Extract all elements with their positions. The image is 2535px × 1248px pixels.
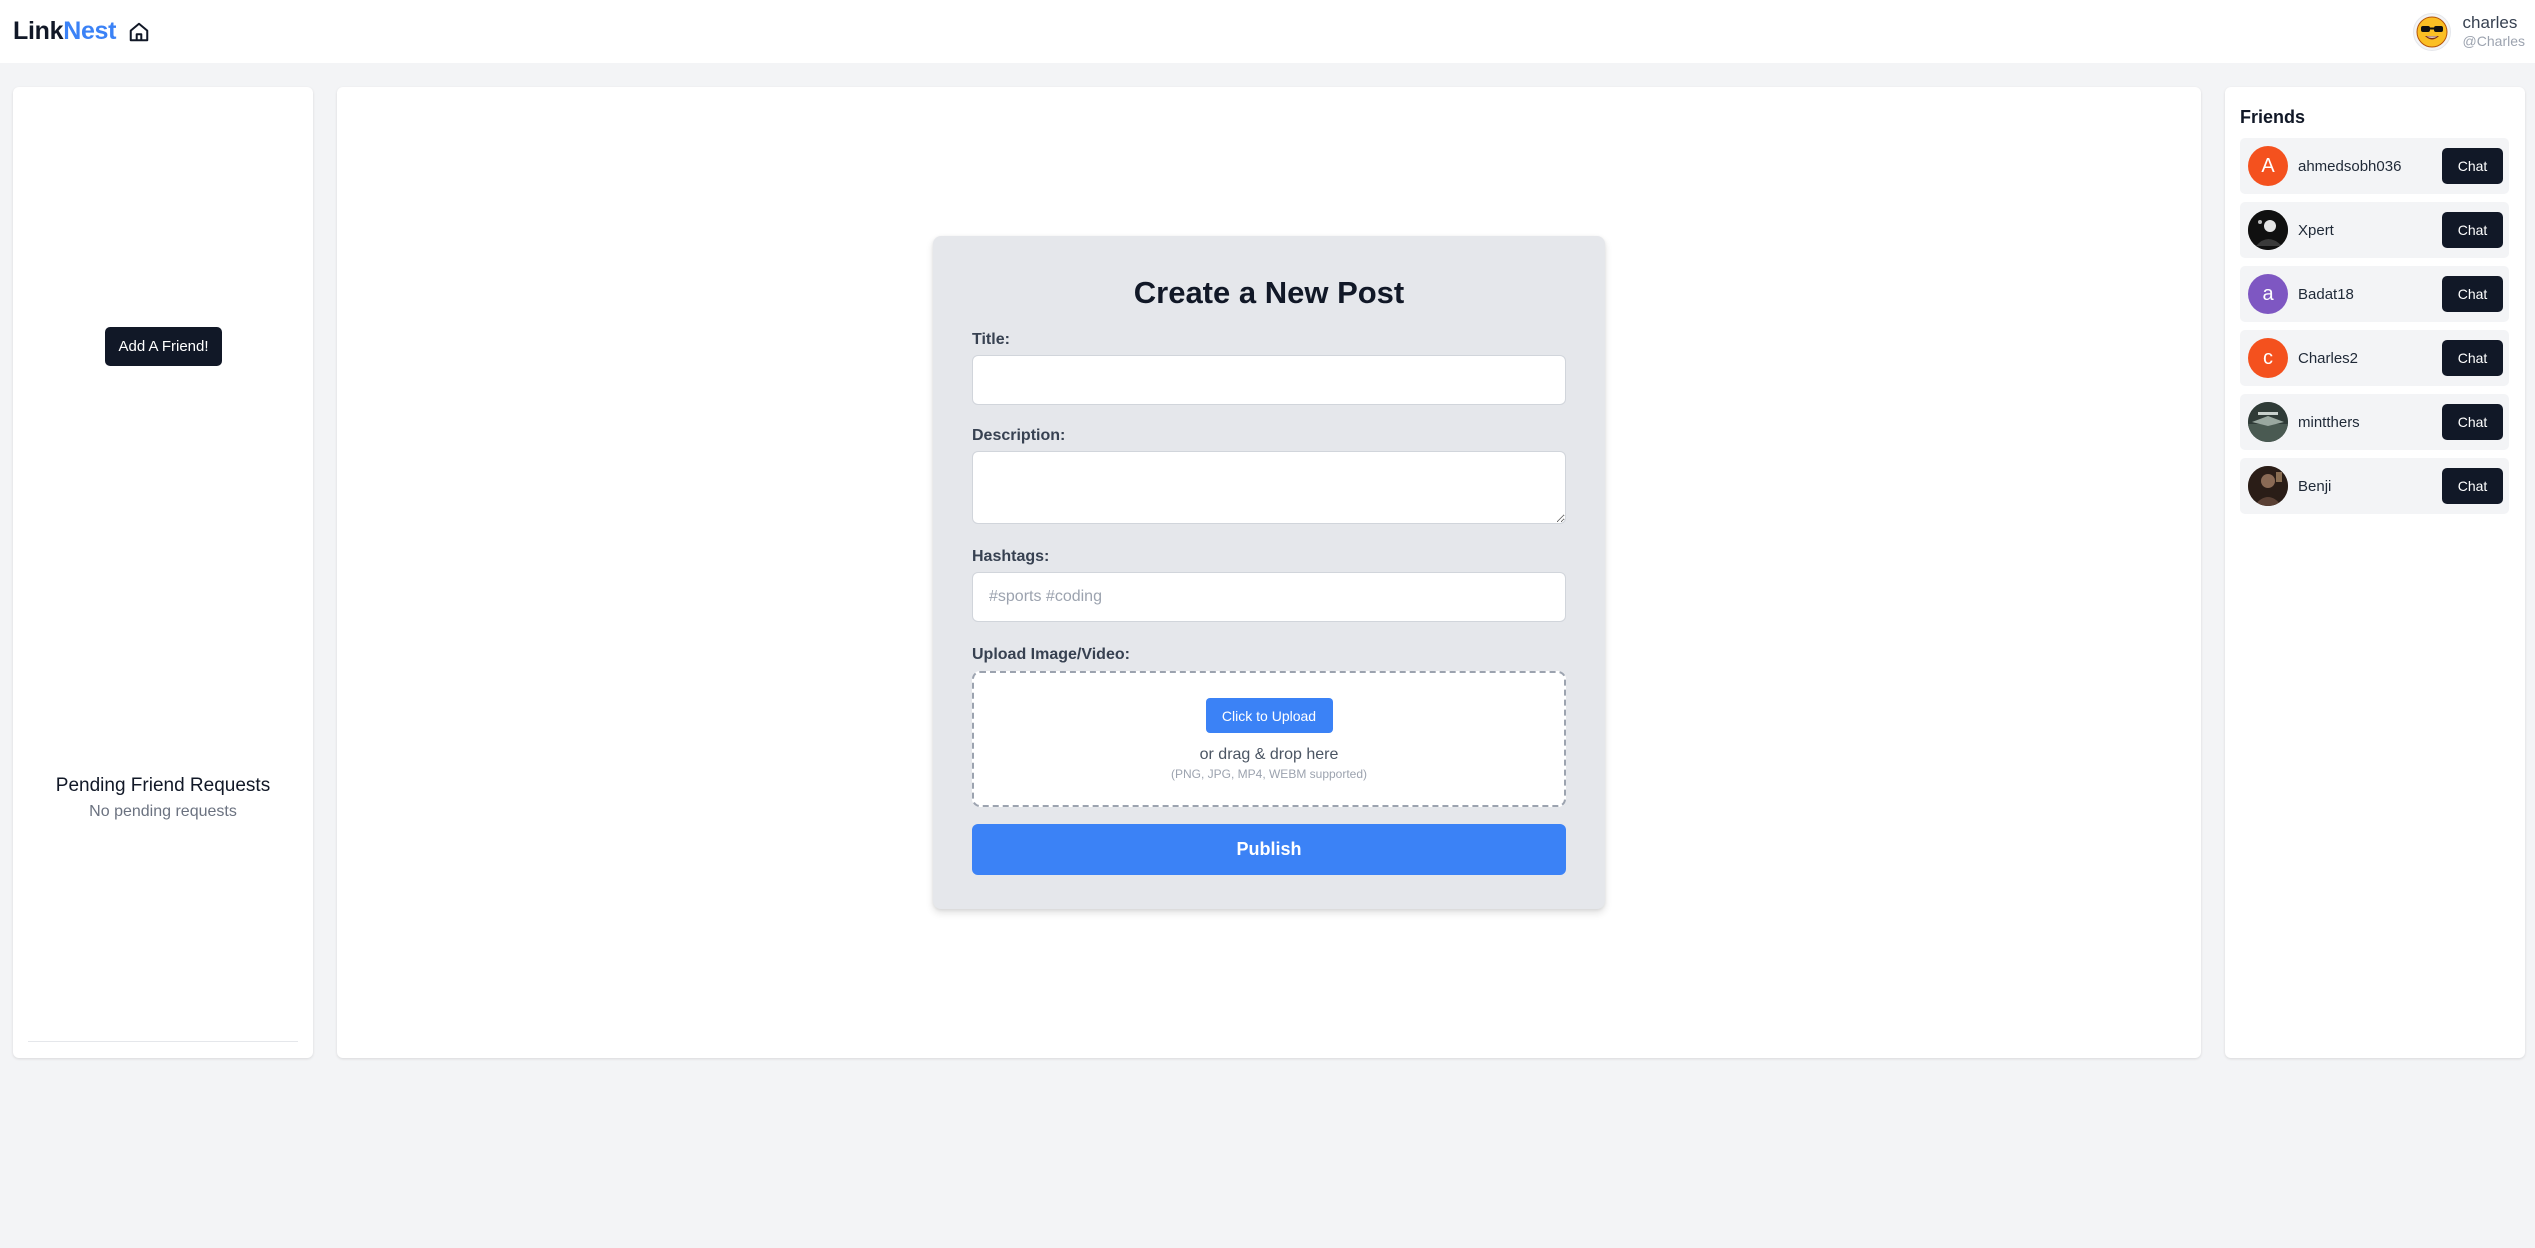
avatar: A: [2248, 146, 2288, 186]
hashtags-input[interactable]: [972, 572, 1566, 622]
friend-item: a Badat18 Chat: [2240, 266, 2509, 322]
chat-button[interactable]: Chat: [2442, 340, 2503, 376]
friend-item: mintthers Chat: [2240, 394, 2509, 450]
avatar: [2248, 402, 2288, 442]
upload-dropzone[interactable]: Click to Upload or drag & drop here (PNG…: [972, 671, 1566, 807]
brand-logo[interactable]: LinkNest: [13, 17, 117, 46]
pending-requests-empty: No pending requests: [89, 803, 237, 820]
add-friend-button[interactable]: Add A Friend!: [105, 327, 222, 366]
avatar: c: [2248, 338, 2288, 378]
description-label: Description:: [972, 427, 1066, 444]
chat-button[interactable]: Chat: [2442, 468, 2503, 504]
title-input[interactable]: [972, 355, 1566, 405]
hashtags-label: Hashtags:: [972, 548, 1050, 565]
user-display-name: charles: [2462, 12, 2518, 32]
friend-name: mintthers: [2298, 413, 2360, 431]
chat-button[interactable]: Chat: [2442, 404, 2503, 440]
page-title: Create a New Post: [1133, 275, 1405, 310]
click-to-upload-button[interactable]: Click to Upload: [1205, 698, 1333, 733]
friends-title: Friends: [2240, 107, 2306, 127]
top-header: LinkNest charles @Charles: [0, 0, 2535, 63]
divider: [28, 1041, 298, 1042]
friend-item: Benji Chat: [2240, 458, 2509, 514]
friend-name: Benji: [2298, 477, 2332, 495]
avatar[interactable]: [2412, 12, 2451, 51]
chat-button[interactable]: Chat: [2442, 276, 2503, 312]
avatar: [2248, 466, 2288, 506]
friends-sidebar: Friends A ahmedsobh036 Chat Xpert Chat a…: [2225, 87, 2525, 1058]
friend-name: Badat18: [2298, 285, 2354, 303]
description-textarea[interactable]: [972, 451, 1566, 524]
title-label: Title:: [972, 331, 1010, 348]
friend-name: Xpert: [2298, 221, 2334, 239]
friend-item: Xpert Chat: [2240, 202, 2509, 258]
friend-name: ahmedsobh036: [2298, 157, 2402, 175]
chat-button[interactable]: Chat: [2442, 212, 2503, 248]
upload-formats-text: (PNG, JPG, MP4, WEBM supported): [1170, 767, 1368, 781]
left-sidebar: Add A Friend! Pending Friend Requests No…: [13, 87, 313, 1058]
user-profile[interactable]: charles @Charles: [2412, 12, 2525, 51]
user-handle: @Charles: [2462, 33, 2525, 50]
brand: LinkNest: [13, 17, 152, 46]
friend-item: A ahmedsobh036 Chat: [2240, 138, 2509, 194]
create-post-card: Create a New Post Title: Description: Ha…: [933, 236, 1605, 909]
friend-item: c Charles2 Chat: [2240, 330, 2509, 386]
main-content: Create a New Post Title: Description: Ha…: [337, 87, 2201, 1058]
avatar: [2248, 210, 2288, 250]
avatar: a: [2248, 274, 2288, 314]
home-icon[interactable]: [126, 19, 152, 45]
pending-requests-section: Pending Friend Requests No pending reque…: [13, 775, 313, 821]
friends-list: A ahmedsobh036 Chat Xpert Chat a Badat18…: [2240, 130, 2509, 514]
friend-name: Charles2: [2298, 349, 2359, 367]
publish-button[interactable]: Publish: [972, 824, 1566, 875]
pending-requests-title: Pending Friend Requests: [55, 775, 271, 796]
upload-drag-text: or drag & drop here: [1199, 746, 1339, 763]
upload-label: Upload Image/Video:: [972, 646, 1130, 663]
chat-button[interactable]: Chat: [2442, 148, 2503, 184]
